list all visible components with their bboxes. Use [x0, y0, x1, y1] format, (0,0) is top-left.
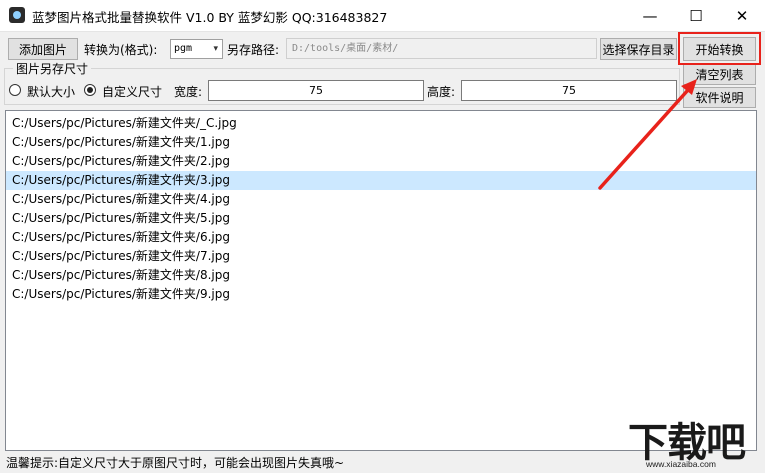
annotation-arrow-icon: [598, 79, 697, 190]
watermark-logo: 下载吧 www.xiazaiba.com: [624, 410, 765, 473]
watermark-url: www.xiazaiba.com: [646, 459, 716, 469]
